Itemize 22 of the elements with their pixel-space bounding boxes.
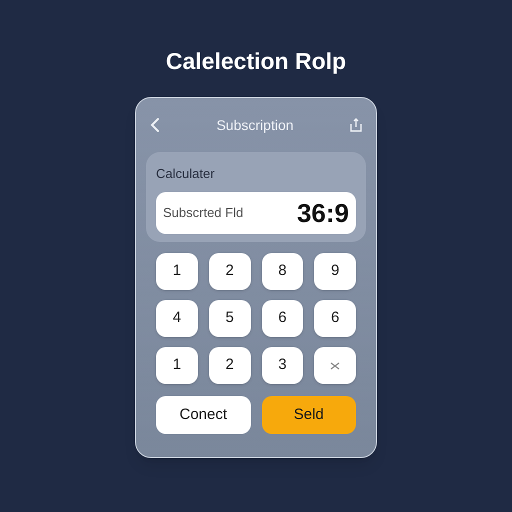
close-icon: [330, 362, 340, 370]
share-icon[interactable]: [350, 118, 362, 132]
digit-key[interactable]: 1: [156, 347, 198, 384]
page-title: Calelection Rolp: [166, 47, 346, 76]
digit-key[interactable]: 8: [262, 253, 304, 290]
header-title: Subscription: [216, 116, 294, 135]
primary-button[interactable]: Seld: [262, 396, 356, 434]
panel-label: Calculater: [156, 166, 216, 182]
digit-key[interactable]: 6: [262, 300, 304, 337]
digit-key[interactable]: 3: [262, 347, 304, 384]
secondary-button[interactable]: Conect: [156, 396, 250, 434]
digit-key[interactable]: 2: [208, 347, 250, 384]
back-icon[interactable]: [150, 117, 160, 133]
digit-key[interactable]: 9: [314, 253, 356, 290]
digit-key[interactable]: 1: [156, 253, 198, 290]
digit-key[interactable]: 4: [156, 300, 198, 337]
digit-key[interactable]: 6: [314, 300, 356, 337]
display-value: 36:9: [296, 196, 349, 230]
digit-key[interactable]: 5: [208, 300, 250, 337]
digit-key[interactable]: 2: [208, 253, 250, 290]
clear-key[interactable]: [314, 347, 356, 384]
field-label: Subscrted Fld: [163, 204, 244, 222]
